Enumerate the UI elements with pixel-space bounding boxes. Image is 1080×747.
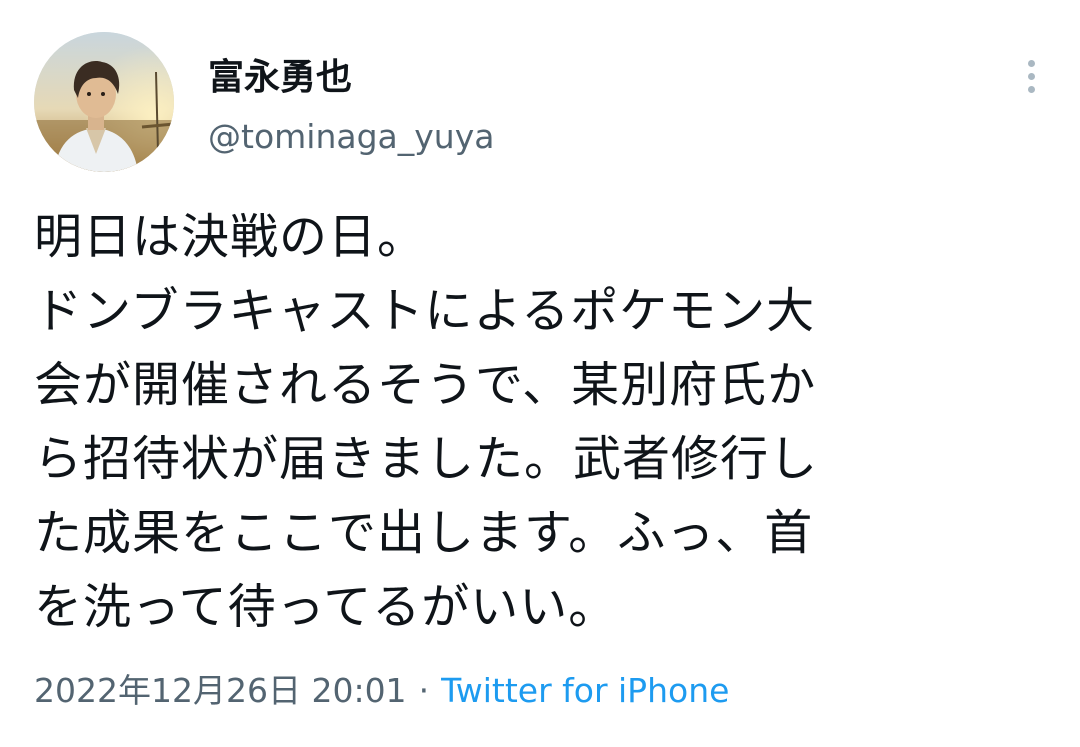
source-link[interactable]: Twitter for iPhone xyxy=(441,671,729,710)
timestamp[interactable]: 2022年12月26日 20:01 xyxy=(34,671,407,710)
more-options-button[interactable] xyxy=(1016,54,1046,98)
display-name[interactable]: 富永勇也 xyxy=(208,56,352,100)
tweet-header: 富永勇也 @tominaga_yuya xyxy=(34,32,1046,176)
more-vertical-icon xyxy=(1027,72,1035,80)
more-vertical-icon xyxy=(1027,59,1035,67)
tweet-text: 明日は決戦の日。 ドンブラキャストによるポケモン大 会が開催されるそうで、某別府… xyxy=(34,200,1024,644)
tweet-text-line: た成果をここで出します。ふっ、首 xyxy=(34,505,814,561)
tweet-text-line: 明日は決戦の日。 xyxy=(34,209,427,265)
tweet-text-line: ら招待状が届きました。武者修行し xyxy=(34,431,819,487)
tweet-meta: 2022年12月26日 20:01 · Twitter for iPhone xyxy=(34,668,729,714)
user-handle[interactable]: @tominaga_yuya xyxy=(208,116,494,158)
avatar-photo xyxy=(34,32,174,172)
tweet-text-line: を洗って待ってるがいい。 xyxy=(34,579,618,635)
meta-separator: · xyxy=(418,671,430,710)
more-vertical-icon xyxy=(1027,85,1035,93)
tweet-text-line: 会が開催されるそうで、某別府氏か xyxy=(34,357,817,413)
avatar[interactable] xyxy=(34,32,174,172)
tweet-text-line: ドンブラキャストによるポケモン大 xyxy=(34,283,816,339)
